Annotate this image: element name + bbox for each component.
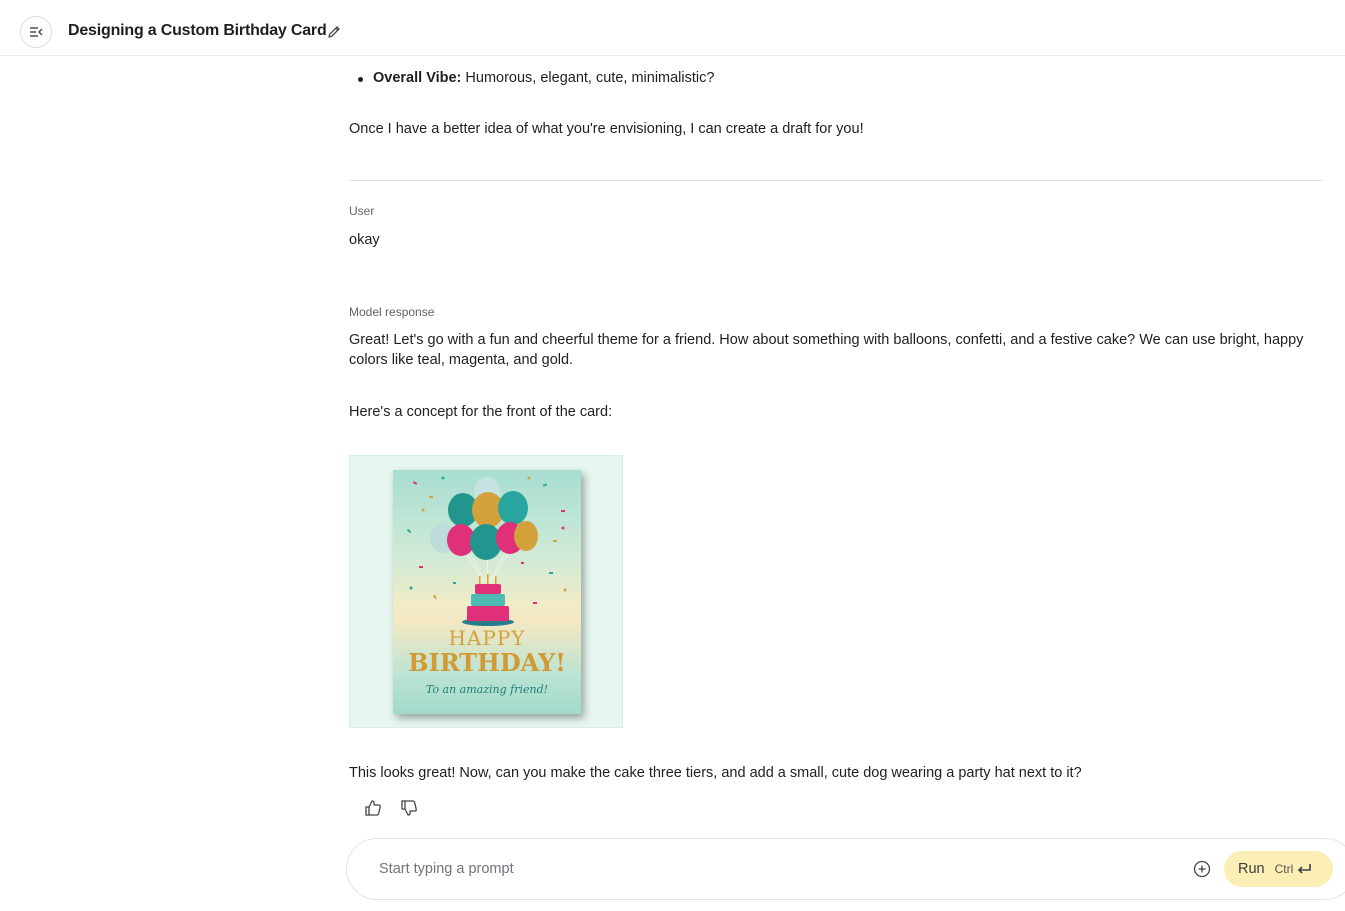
bullet-label: Overall Vibe:: [373, 70, 462, 86]
thumbs-up-icon: [365, 800, 381, 816]
pencil-icon[interactable]: [326, 24, 342, 40]
thumbs-down-button[interactable]: [399, 798, 419, 818]
balloons: [430, 477, 538, 560]
run-button[interactable]: Run Ctrl: [1224, 851, 1333, 887]
app-header: Designing a Custom Birthday Card: [0, 0, 1345, 56]
birthday-card-illustration: HAPPY BIRTHDAY! To an amazing friend!: [393, 470, 581, 714]
user-role-label: User: [349, 204, 375, 218]
bullet-text: Humorous, elegant, cute, minimalistic?: [461, 70, 715, 86]
card-headline: BIRTHDAY!: [408, 648, 566, 677]
user-message: okay: [349, 232, 380, 248]
list-item: Overall Vibe: Humorous, elegant, cute, m…: [357, 70, 715, 86]
card-headline: HAPPY: [448, 626, 526, 650]
add-media-button[interactable]: [1193, 860, 1211, 878]
card-artwork: [406, 476, 567, 626]
menu-toggle-button[interactable]: [20, 16, 52, 48]
cake: [462, 574, 514, 626]
run-shortcut: Ctrl: [1274, 862, 1294, 876]
enter-key-icon: [1298, 864, 1312, 874]
model-message-closing: Once I have a better idea of what you're…: [349, 121, 864, 137]
prompt-input[interactable]: [379, 858, 1159, 880]
thumbs-down-icon: [401, 800, 417, 816]
prompt-bar: Run Ctrl: [346, 838, 1345, 900]
generated-image[interactable]: HAPPY BIRTHDAY! To an amazing friend!: [349, 455, 623, 728]
model-message-paragraph: Here's a concept for the front of the ca…: [349, 404, 613, 420]
model-message-paragraph: Great! Let's go with a fun and cheerful …: [349, 332, 1304, 368]
model-role-label: Model response: [349, 305, 435, 319]
turn-divider: [349, 180, 1323, 181]
card-subtitle: To an amazing friend!: [425, 683, 549, 696]
thumbs-up-button[interactable]: [363, 798, 383, 818]
user-follow-up-message: This looks great! Now, can you make the …: [349, 765, 1082, 781]
menu-collapse-icon: [30, 27, 43, 37]
conversation-title: Designing a Custom Birthday Card: [68, 22, 327, 39]
run-label: Run: [1238, 861, 1265, 877]
